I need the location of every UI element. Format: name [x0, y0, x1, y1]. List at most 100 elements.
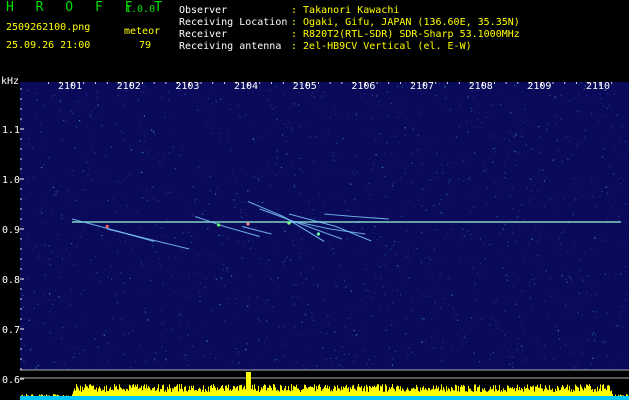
noise-pixel: [83, 349, 85, 351]
noise-pixel: [161, 227, 163, 229]
noise-pixel: [292, 296, 294, 298]
noise-pixel: [272, 306, 274, 308]
noise-pixel: [20, 171, 22, 173]
noise-pixel: [238, 354, 240, 356]
noise-pixel: [205, 181, 207, 183]
noise-pixel: [436, 176, 438, 178]
noise-pixel: [129, 173, 131, 175]
noise-pixel: [614, 220, 616, 222]
noise-pixel: [99, 280, 101, 282]
noise-pixel: [593, 340, 596, 342]
noise-pixel: [342, 346, 344, 348]
noise-pixel: [482, 243, 484, 245]
spectrogram-panel: kHz 1.1 1.0 0.9 0.8 0.7 0.6 2101 2102 2103 2104 210…: [0, 70, 629, 400]
noise-pixel: [310, 312, 312, 314]
noise-pixel: [262, 201, 265, 203]
noise-pixel: [260, 136, 262, 138]
noise-pixel: [585, 290, 587, 292]
location-label: Receiving Location: [179, 17, 288, 28]
noise-pixel: [378, 100, 380, 102]
noise-pixel: [49, 264, 51, 266]
noise-pixel: [321, 98, 323, 100]
noise-pixel: [427, 183, 429, 185]
noise-pixel: [467, 96, 469, 98]
noise-pixel: [310, 126, 312, 128]
noise-pixel: [412, 152, 414, 154]
noise-pixel: [51, 95, 53, 97]
noise-pixel: [199, 107, 201, 109]
location-value: : Ogaki, Gifu, JAPAN (136.60E, 35.35N): [291, 17, 520, 28]
noise-pixel: [565, 278, 567, 281]
noise-pixel: [406, 230, 408, 232]
noise-pixel: [560, 276, 562, 278]
noise-pixel: [562, 338, 564, 340]
noise-pixel: [522, 218, 525, 220]
noise-pixel: [252, 241, 254, 243]
noise-pixel: [334, 331, 336, 333]
filename: 2509262100.png: [6, 22, 91, 33]
noise-pixel: [205, 278, 207, 280]
noise-pixel: [520, 325, 522, 327]
noise-pixel: [366, 364, 368, 366]
noise-pixel: [140, 90, 142, 92]
noise-pixel: [285, 140, 287, 142]
noise-pixel: [401, 284, 403, 286]
noise-pixel: [611, 206, 613, 209]
noise-pixel: [440, 307, 442, 309]
noise-pixel: [179, 338, 181, 340]
noise-pixel: [511, 231, 513, 233]
noise-pixel: [335, 114, 337, 116]
noise-pixel: [620, 123, 622, 125]
noise-pixel: [199, 295, 201, 297]
noise-pixel: [220, 133, 222, 135]
noise-pixel: [605, 140, 607, 143]
noise-pixel: [338, 230, 340, 232]
noise-pixel: [338, 364, 340, 367]
noise-pixel: [26, 278, 28, 280]
noise-pixel: [67, 190, 69, 192]
noise-pixel: [355, 112, 357, 114]
noise-pixel: [258, 339, 260, 341]
noise-pixel: [162, 153, 164, 155]
noise-pixel: [439, 212, 442, 214]
noise-pixel: [128, 332, 130, 335]
noise-pixel: [601, 239, 603, 241]
noise-pixel: [86, 174, 88, 176]
noise-pixel: [499, 183, 501, 185]
noise-pixel: [535, 228, 537, 230]
noise-pixel: [515, 241, 517, 243]
noise-pixel: [237, 241, 240, 243]
noise-pixel: [60, 265, 62, 267]
noise-pixel: [367, 128, 369, 130]
noise-pixel: [594, 237, 596, 239]
noise-pixel: [599, 196, 601, 198]
noise-pixel: [39, 210, 42, 212]
noise-pixel: [20, 347, 22, 349]
noise-pixel: [28, 138, 30, 140]
noise-pixel: [288, 121, 290, 123]
noise-pixel: [241, 305, 243, 307]
noise-pixel: [442, 342, 444, 344]
noise-pixel: [501, 351, 503, 353]
noise-pixel: [425, 340, 427, 342]
noise-pixel: [380, 277, 382, 279]
noise-pixel: [49, 176, 51, 178]
noise-pixel: [343, 354, 345, 356]
noise-pixel: [613, 173, 615, 175]
noise-pixel: [452, 161, 454, 164]
noise-pixel: [400, 112, 402, 114]
noise-pixel: [512, 208, 514, 210]
noise-pixel: [587, 275, 589, 277]
x-tick-label: 2109: [527, 81, 551, 92]
noise-pixel: [448, 277, 450, 279]
noise-pixel: [623, 242, 625, 244]
noise-pixel: [45, 148, 48, 150]
noise-pixel: [489, 117, 491, 119]
noise-pixel: [524, 108, 526, 110]
noise-pixel: [157, 199, 159, 202]
noise-pixel: [219, 304, 221, 306]
noise-pixel: [57, 190, 59, 192]
noise-pixel: [504, 172, 506, 174]
noise-pixel: [474, 126, 476, 128]
noise-pixel: [498, 232, 500, 234]
